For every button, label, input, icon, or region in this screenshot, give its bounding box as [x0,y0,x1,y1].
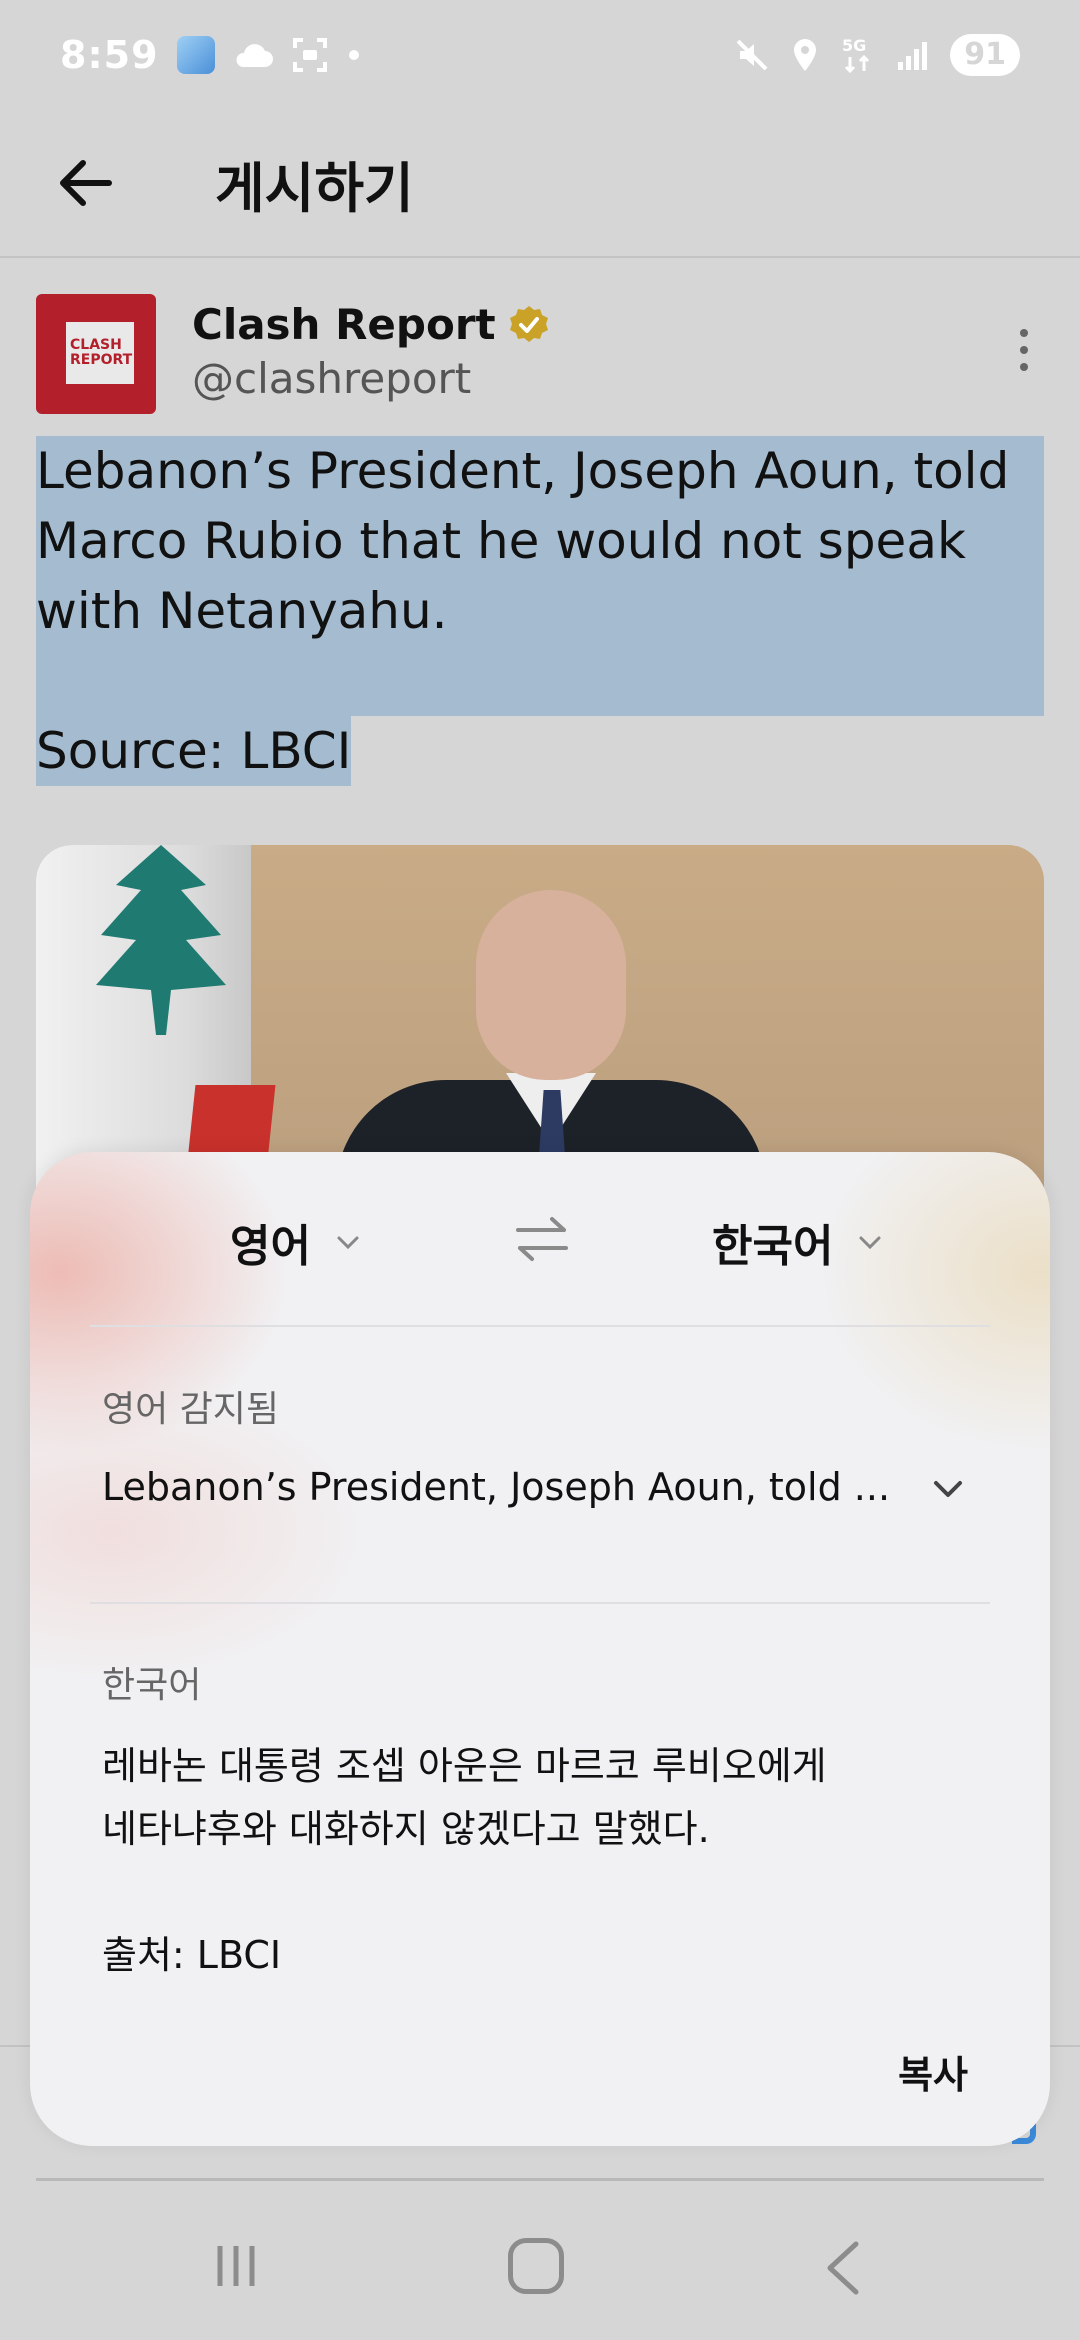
avatar-logo-line1: CLASH [70,337,122,353]
source-language-select[interactable]: 영어 [230,1210,361,1274]
avatar[interactable]: CLASH REPORT [36,294,156,414]
translated-text: 레바논 대통령 조셉 아운은 마르코 루비오에게 네타냐후와 대화하지 않겠다고… [102,1735,982,1987]
translated-text-line: 출처: LBCI [102,1933,282,1977]
author-handle: @clashreport [192,354,472,403]
copy-button[interactable]: 복사 [898,2044,968,2099]
post-text-line: Marco Rubio that he would not speak [36,506,1044,576]
signal-icon [898,42,928,70]
more-dot-icon [1020,363,1028,371]
svg-text:5G: 5G [842,36,866,55]
language-row: 영어 한국어 [30,1152,1050,1322]
author-name[interactable]: Clash Report [192,300,550,349]
translation-sheet: 영어 한국어 영어 감지됨 Lebanon’s President, Josep… [30,1152,1050,2146]
location-icon [794,39,817,71]
more-options-button[interactable] [1004,320,1044,380]
status-right: 5G 91 [734,34,1020,76]
avatar-logo: CLASH REPORT [66,322,134,384]
more-dot-icon [1020,346,1028,354]
page-title: 게시하기 [215,156,414,220]
status-left: 8:59 [60,33,361,77]
5g-icon: 5G [842,36,870,74]
chevron-down-icon [859,1236,881,1250]
arrow-left-icon [60,160,112,206]
swap-languages-icon[interactable] [512,1214,572,1264]
post-text-blank-line [36,646,1044,716]
navigation-bar [0,2200,1080,2340]
author-row: CLASH REPORT Clash Report @clashreport [0,260,1080,430]
translated-text-line [102,1861,982,1924]
bottom-divider [36,2178,1044,2181]
person-head [476,890,626,1080]
home-icon[interactable] [508,2238,564,2294]
battery-indicator: 91 [950,34,1020,76]
nav-back-icon[interactable] [822,2240,866,2296]
post-text-line: with Netanyahu. [36,576,1044,646]
verified-badge-icon [509,305,548,342]
post-text[interactable]: Lebanon’s President, Joseph Aoun, told M… [36,436,1044,786]
chevron-down-icon [337,1236,359,1250]
weather-app-icon [176,36,215,74]
screenshot-icon [292,38,327,72]
post-text-line: Lebanon’s President, Joseph Aoun, told [36,436,1044,506]
post: CLASH REPORT Clash Report @clashreport L… [0,260,1080,1265]
status-bar: 8:59 5G 91 [0,0,1080,110]
translated-text-line: 네타냐후와 대화하지 않겠다고 말했다. [102,1807,710,1851]
target-language-select[interactable]: 한국어 [712,1210,883,1274]
expand-source-icon[interactable] [926,1467,970,1511]
dot-icon [348,50,359,60]
sheet-divider [90,1602,990,1604]
mute-icon [736,39,768,71]
cedar-icon [96,845,226,1035]
post-source-line: Source: LBCI [36,716,352,786]
status-time: 8:59 [60,33,159,77]
target-language-label: 한국어 [712,1221,834,1272]
avatar-logo-line2: REPORT [70,352,133,368]
target-language-section-label: 한국어 [102,1665,202,1706]
sheet-divider [90,1325,990,1327]
back-button[interactable] [40,138,130,228]
detected-language-label: 영어 감지됨 [102,1389,280,1430]
cloud-icon [236,44,273,67]
source-language-label: 영어 [230,1221,311,1272]
more-dot-icon [1020,329,1028,337]
author-name-text: Clash Report [192,300,496,349]
recent-apps-icon[interactable] [212,2242,260,2290]
app-header: 게시하기 [0,110,1080,258]
translated-text-line: 레바논 대통령 조셉 아운은 마르코 루비오에게 [102,1744,827,1788]
source-text: Lebanon’s President, Joseph Aoun, told .… [102,1465,891,1509]
